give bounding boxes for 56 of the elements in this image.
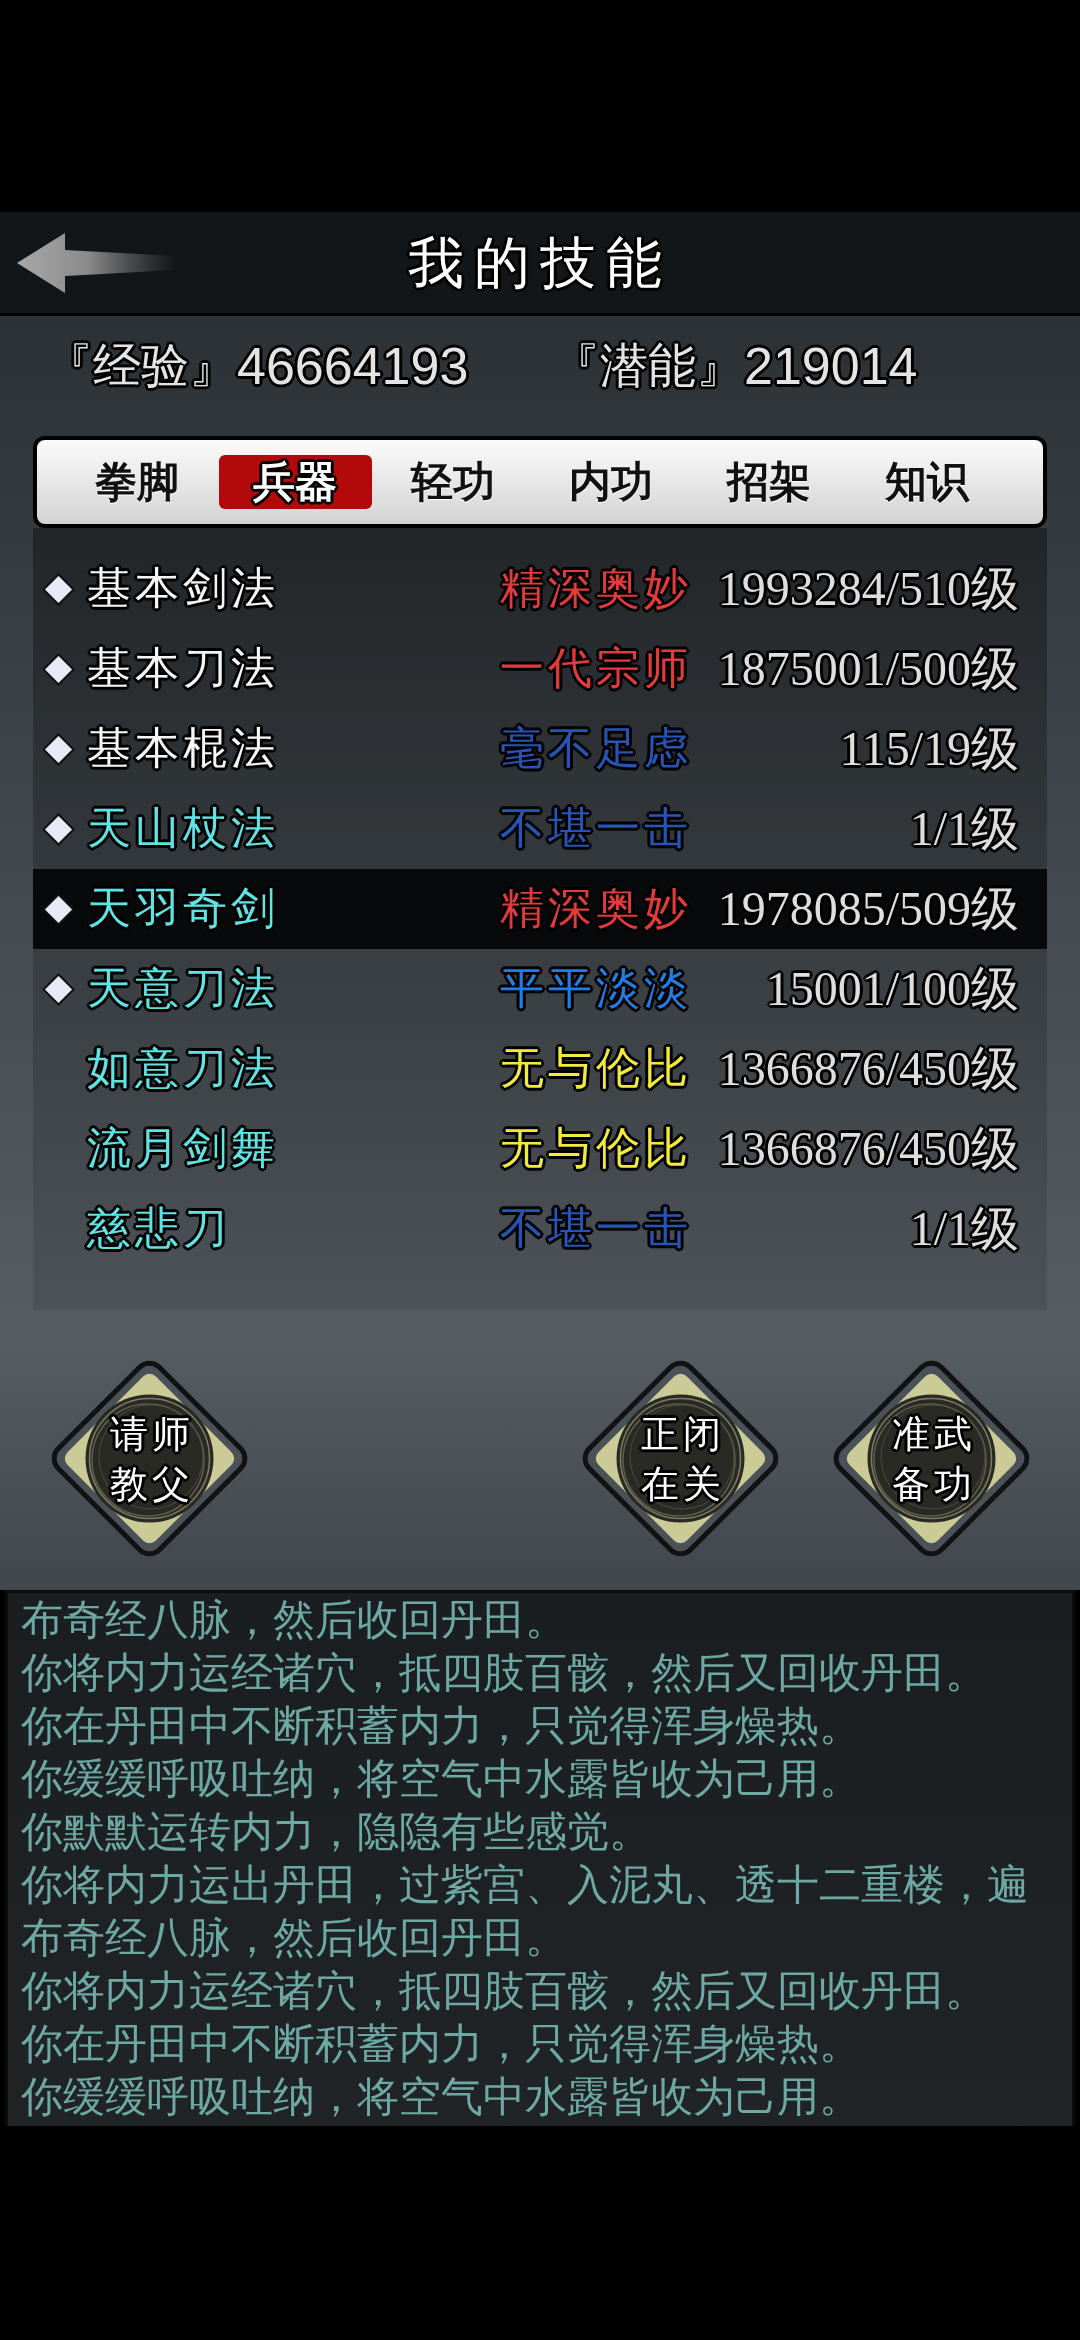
log-message: 你缓缓呼吸吐纳，将空气中水露皆收为己用。 xyxy=(21,2072,862,2122)
skill-name: 如意刀法 xyxy=(87,1047,280,1091)
skill-name: 流月剑舞 xyxy=(87,1127,280,1171)
skill-progress: 1875001/500级 xyxy=(717,645,1019,693)
log-message: 你在丹田中不断积蓄内力，只觉得浑身燥热。 xyxy=(21,2019,862,2069)
skill-rank: 一代宗师 xyxy=(500,647,692,691)
skill-row[interactable]: 如意刀法 无与伦比 1366876/450级 xyxy=(33,1029,1047,1109)
log-message: 你缓缓呼吸吐纳，将空气中水露皆收为己用。 xyxy=(21,1754,862,1804)
log-message: 布奇经八脉，然后收回丹田。 xyxy=(21,1595,568,1645)
log-message: 你将内力运经诸穴，抵四肢百骸，然后又回收丹田。 xyxy=(21,1966,988,2016)
skill-progress: 1993284/510级 xyxy=(717,565,1019,613)
skill-progress: 1366876/450级 xyxy=(717,1125,1019,1173)
skill-row[interactable]: 天羽奇剑 精深奥妙 1978085/509级 xyxy=(33,869,1047,949)
tab[interactable]: 招架 xyxy=(692,455,846,509)
tab[interactable]: 知识 xyxy=(850,455,1004,509)
skill-rank: 毫不足虑 xyxy=(500,727,692,771)
skill-rank: 不堪一击 xyxy=(500,1207,692,1251)
skill-rank: 精深奥妙 xyxy=(500,567,692,611)
skill-rank: 精深奥妙 xyxy=(500,887,692,931)
stat-value: 46664193 xyxy=(237,340,469,392)
skill-name: 基本刀法 xyxy=(87,647,280,691)
skill-progress: 1366876/450级 xyxy=(717,1045,1019,1093)
skill-rank: 不堪一击 xyxy=(500,807,692,851)
skill-row[interactable]: 天山杖法 不堪一击 1/1级 xyxy=(33,789,1047,869)
tab[interactable]: 拳脚 xyxy=(60,455,214,509)
log-message: 你默默运转内力，隐隐有些感觉。 xyxy=(21,1807,652,1857)
skill-rank: 平平淡淡 xyxy=(500,967,692,1011)
skill-name: 天山杖法 xyxy=(87,807,280,851)
skill-name: 基本剑法 xyxy=(87,567,280,611)
stat-label: 『潜能』 xyxy=(552,342,744,390)
stat-value: 219014 xyxy=(744,340,918,392)
log-message: 你在丹田中不断积蓄内力，只觉得浑身燥热。 xyxy=(21,1701,862,1751)
skill-name: 天羽奇剑 xyxy=(87,887,280,931)
log-message: 你将内力运经诸穴，抵四肢百骸，然后又回收丹田。 xyxy=(21,1648,988,1698)
skill-row[interactable]: 基本棍法 毫不足虑 115/19级 xyxy=(33,709,1047,789)
skill-progress: 1/1级 xyxy=(909,1205,1019,1253)
skill-name: 慈悲刀 xyxy=(87,1207,232,1251)
stat-label: 『经验』 xyxy=(45,342,237,390)
log-message: 你将内力运出丹田，过紫宫、入泥丸、透十二重楼，遍布奇经八脉，然后收回丹田。 xyxy=(21,1860,1030,1963)
page-title: 我的技能 xyxy=(408,234,672,291)
skill-rank: 无与伦比 xyxy=(500,1127,692,1171)
skill-progress: 1978085/509级 xyxy=(717,885,1019,933)
skill-progress: 115/19级 xyxy=(839,725,1019,773)
skill-name: 基本棍法 xyxy=(87,727,280,771)
skill-row[interactable]: 慈悲刀 不堪一击 1/1级 xyxy=(33,1189,1047,1269)
tab[interactable]: 轻功 xyxy=(376,455,530,509)
skill-row[interactable]: 基本刀法 一代宗师 1875001/500级 xyxy=(33,629,1047,709)
skill-row[interactable]: 天意刀法 平平淡淡 15001/100级 xyxy=(33,949,1047,1029)
skill-progress: 1/1级 xyxy=(909,805,1019,853)
tab[interactable]: 内功 xyxy=(534,455,688,509)
skill-rank: 无与伦比 xyxy=(500,1047,692,1091)
skill-name: 天意刀法 xyxy=(87,967,280,1011)
tab[interactable]: 兵器 xyxy=(218,455,372,509)
skill-row[interactable]: 基本剑法 精深奥妙 1993284/510级 xyxy=(33,549,1047,629)
skill-row[interactable]: 流月剑舞 无与伦比 1366876/450级 xyxy=(33,1109,1047,1189)
skill-progress: 15001/100级 xyxy=(765,965,1019,1013)
